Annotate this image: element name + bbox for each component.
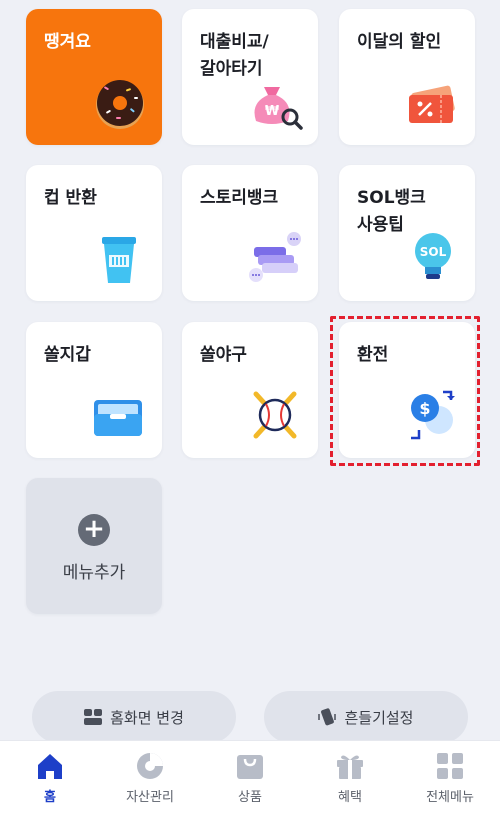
add-menu-label: 메뉴추가 [62, 563, 126, 583]
nav-label: 홈 [44, 790, 56, 805]
tile-loan-compare[interactable]: 대출비교/ 갈아타기 ₩ [182, 9, 318, 145]
tile-monthly-discount[interactable]: 이달의 할인 [339, 9, 475, 145]
plus-icon: + [78, 514, 110, 546]
cup-icon [102, 237, 136, 283]
tile-label: 땡겨요 [44, 32, 91, 52]
nav-label: 혜택 [338, 790, 362, 805]
tile-label: 이달의 할인 [357, 32, 442, 52]
bottom-nav: 홈 자산관리 상품 혜택 전체메뉴 [0, 740, 500, 817]
add-menu-button[interactable]: + 메뉴추가 [26, 478, 162, 614]
tile-sol-tips[interactable]: SOL뱅크 사용팁 SOL [339, 165, 475, 301]
chat-bubbles-icon [249, 232, 301, 282]
wallet-icon [94, 400, 142, 436]
donut-icon [96, 80, 144, 129]
shake-settings-button[interactable]: 흔들기설정 [264, 691, 468, 743]
change-home-label: 홈화면 변경 [110, 708, 184, 727]
svg-text:SOL: SOL [420, 245, 447, 259]
gift-icon [337, 755, 363, 779]
lightbulb-icon: SOL [415, 233, 451, 279]
shopping-bag-icon [237, 755, 263, 779]
layout-icon [84, 709, 103, 725]
nav-products[interactable]: 상품 [200, 741, 300, 817]
tile-sol-wallet[interactable]: 쏠지갑 [26, 322, 162, 458]
nav-home[interactable]: 홈 [0, 741, 100, 817]
nav-label: 상품 [238, 790, 262, 805]
money-bag-search-icon: ₩ [254, 87, 303, 130]
grid-menu-icon [437, 753, 463, 779]
tile-sol-baseball[interactable]: 쏠야구 [182, 322, 318, 458]
discount-coupon-icon [409, 85, 455, 123]
shake-phone-icon [318, 708, 337, 726]
nav-benefits[interactable]: 혜택 [300, 741, 400, 817]
baseball-icon [253, 391, 297, 439]
tile-ddaenggyeoyo[interactable]: 땡겨요 [26, 9, 162, 145]
nav-label: 자산관리 [126, 790, 174, 805]
tile-label: 쏠야구 [200, 345, 247, 365]
highlight-box [330, 316, 480, 466]
pie-chart-icon [137, 753, 163, 779]
tile-label: 컵 반환 [44, 188, 97, 208]
tile-label: 스토리뱅크 [200, 188, 279, 208]
nav-label: 전체메뉴 [426, 790, 474, 805]
tile-cup-return[interactable]: 컵 반환 [26, 165, 162, 301]
nav-asset-management[interactable]: 자산관리 [100, 741, 200, 817]
change-home-button[interactable]: 홈화면 변경 [32, 691, 236, 743]
nav-full-menu[interactable]: 전체메뉴 [400, 741, 500, 817]
shake-settings-label: 흔들기설정 [344, 708, 414, 727]
tile-label: 쏠지갑 [44, 345, 91, 365]
svg-text:₩: ₩ [265, 104, 280, 119]
home-icon [38, 754, 62, 779]
tile-story-bank[interactable]: 스토리뱅크 [182, 165, 318, 301]
